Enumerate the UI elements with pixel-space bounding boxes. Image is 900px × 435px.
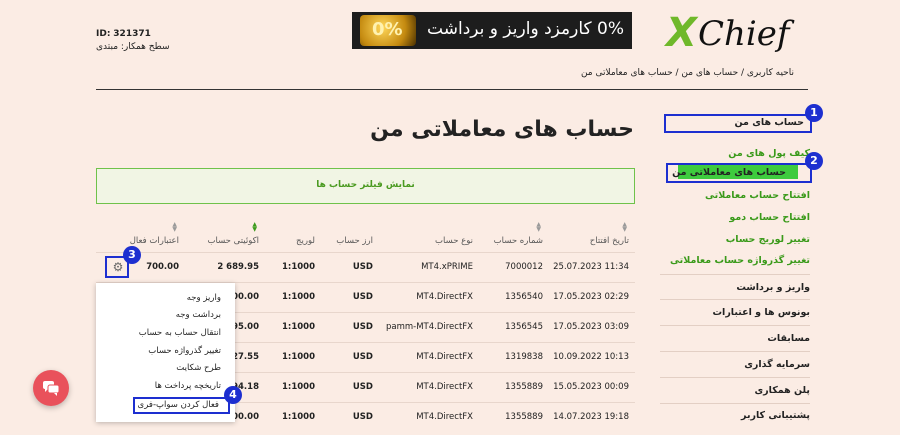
- sidebar-item-deposit-withdraw[interactable]: واریز و برداشت: [736, 282, 810, 293]
- col-account-type: نوع حساب: [435, 235, 473, 246]
- breadcrumb[interactable]: ناحیه کاربری / حساب های من / حساب های مع…: [581, 68, 794, 78]
- filter-toggle-button[interactable]: نمایش فیلتر حساب ها: [96, 168, 635, 204]
- sidebar-item-partnership[interactable]: پلن همکاری: [754, 385, 810, 396]
- col-open-date[interactable]: ▲ ▼ تاریخ افتتاح: [549, 222, 635, 252]
- annotation-box-4: [133, 397, 230, 414]
- annotation-number-3: 3: [123, 246, 141, 264]
- sort-icon: ▲ ▼: [252, 221, 257, 233]
- sidebar-item-open-trading[interactable]: افتتاح حساب معاملاتی: [705, 190, 810, 201]
- chat-icon: [43, 381, 60, 396]
- header-divider: [96, 89, 808, 90]
- annotation-number-4: 4: [224, 386, 242, 404]
- menu-item-withdraw[interactable]: برداشت وجه: [176, 310, 221, 320]
- menu-item-transfer[interactable]: انتقال حساب به حساب: [139, 328, 221, 338]
- sidebar-item-bonuses[interactable]: بونوس ها و اعتبارات: [713, 307, 810, 318]
- sidebar-item-wallet[interactable]: کیف پول های من: [728, 148, 810, 159]
- promo-banner[interactable]: 0% 0% کارمزد واریز و برداشت: [352, 12, 632, 49]
- partner-level: سطح همکار: مبتدی: [96, 42, 170, 52]
- sidebar-item-change-leverage[interactable]: تغییر لوریج حساب: [726, 234, 810, 245]
- page-title: حساب های معاملاتی من: [370, 117, 634, 142]
- account-id: ID: 321371: [96, 29, 151, 39]
- sort-icon: ▲ ▼: [622, 221, 627, 233]
- col-account-number[interactable]: ▲ ▼ شماره حساب: [479, 222, 549, 252]
- chat-button[interactable]: [33, 370, 69, 406]
- menu-item-payment-history[interactable]: تاریخچه پرداخت ها: [155, 381, 221, 391]
- annotation-box-2: [666, 163, 812, 183]
- col-equity[interactable]: ▲ ▼ اکوئیتی حساب: [185, 222, 265, 252]
- annotation-number-2: 2: [805, 152, 823, 170]
- sidebar-item-contests[interactable]: مسابقات: [767, 333, 810, 344]
- xchief-logo[interactable]: X Chief: [664, 10, 808, 58]
- sidebar-item-open-demo[interactable]: افتتاح حساب دمو: [729, 212, 810, 223]
- col-currency: ارز حساب: [336, 235, 373, 246]
- sort-icon: ▲ ▼: [172, 221, 177, 233]
- sidebar-item-investment[interactable]: سرمایه گذاری: [744, 359, 810, 370]
- banner-graphic: 0%: [360, 15, 416, 46]
- annotation-number-1: 1: [805, 104, 823, 122]
- menu-item-complaint[interactable]: طرح شکایت: [176, 363, 221, 373]
- table-row[interactable]: 25.07.2023 11:34 7000012 MT4.xPRIME USD …: [96, 251, 635, 282]
- menu-item-deposit[interactable]: واریز وجه: [187, 293, 221, 303]
- annotation-box-1: [664, 114, 812, 133]
- menu-item-change-password[interactable]: تغییر گذرواژه حساب: [148, 346, 221, 356]
- table-header-row: ▲ ▼ تاریخ افتتاح ▲ ▼ شماره حساب نوع حساب ارز…: [96, 222, 635, 252]
- banner-text: 0% کارمزد واریز و برداشت: [427, 19, 624, 39]
- sidebar-item-support[interactable]: پشتیبانی کاربر: [741, 410, 810, 421]
- sidebar-item-change-password[interactable]: تغییر گذرواژه حساب معاملاتی: [670, 255, 810, 266]
- col-leverage: لوریج: [296, 235, 315, 246]
- sort-icon: ▲ ▼: [536, 221, 541, 233]
- col-active-credits[interactable]: ▲ ▼ اعتبارات فعال: [96, 222, 185, 252]
